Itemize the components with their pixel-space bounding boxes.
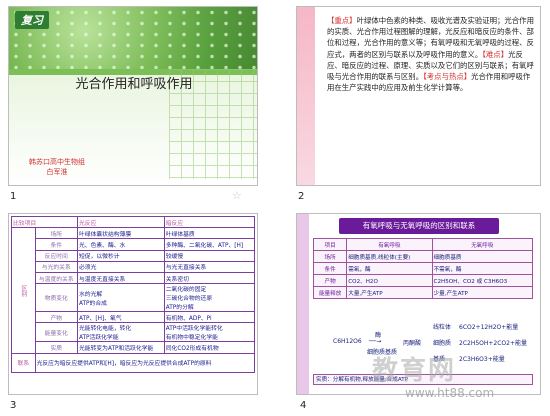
arrow-icon: ──→ — [369, 338, 382, 345]
relation-label: 联系 — [11, 352, 36, 373]
row-label: 与温度的关系 — [34, 271, 78, 285]
anaerobic-cell: 少量,产生ATP — [431, 286, 534, 299]
row-label: 能量变化 — [34, 322, 78, 343]
slide-title: 光合作用和呼吸作用 — [75, 77, 193, 92]
row-label: 场所 — [312, 250, 348, 263]
light-cell: 水的光解 ATP的合成 — [76, 283, 165, 313]
slide-number-3: 3 — [10, 400, 17, 411]
section-heading: 【重点】 — [327, 16, 357, 25]
respiration-table: 项目 有氧呼吸 无氧呼吸 场所 细胞质基质,线粒体(主要) 细胞质基质 条件 需… — [312, 238, 534, 299]
table-header-dark: 暗反应 — [163, 215, 256, 229]
site-watermark: 教育网 — [372, 356, 457, 386]
section-heading: 【难点】 — [482, 49, 509, 59]
light-cell: ATP、[H]、氧气 — [76, 311, 165, 324]
dark-cell: ATP中活跃化学能转化 有机物中稳定化学能 — [163, 322, 256, 343]
row-label: 物质变化 — [34, 283, 78, 313]
row-label: 能量释放 — [312, 286, 348, 299]
light-cell: 光、色素、酶、水 — [76, 238, 165, 251]
anaerobic-cell: 不需氧，酶 — [431, 262, 534, 275]
slide-number-4: 4 — [300, 400, 307, 411]
table-header-item: 比较项目 — [11, 215, 78, 229]
table-header-light: 光反应 — [76, 215, 165, 229]
reactant-label: C6H12O6 — [333, 338, 362, 345]
key-points-text: 【重点】叶绿体中色素的种类、吸收光谱及实验证明；光合作用的实质、光合作用过程图解… — [327, 15, 535, 93]
dark-cell: 叶绿体基质 — [163, 227, 256, 240]
comparison-table: 比较项目 光反应 暗反应 区别 场所 叶绿体囊状结构薄膜 叶绿体基质 条件 光、… — [11, 215, 256, 373]
section-heading: 【考点与热点】 — [423, 72, 472, 82]
author-block: 韩苏口高中生物组 白军淮 — [29, 157, 85, 177]
review-tag: 复习 — [15, 11, 49, 29]
lactic-product: 2C3H6O3+能量 — [459, 356, 505, 363]
cytoplasm-label: 细胞质 — [433, 340, 452, 347]
row-label: 产物 — [312, 274, 348, 287]
table-header-item: 项目 — [312, 238, 348, 251]
row-label: 反应时间 — [34, 249, 78, 262]
row-label: 条件 — [312, 262, 348, 275]
row-label: 条件 — [34, 238, 78, 251]
light-cell: 光能转化电能，转化 ATP活跃化学能 — [76, 322, 165, 343]
dark-cell: 有机物、ADP、Pi — [163, 311, 256, 324]
dark-cell: 与光无直接关系 — [163, 260, 256, 273]
relation-text: 光反应为暗反应提供ATP和[H]，暗反应为光反应提供合成ATP的原料 — [34, 352, 256, 373]
table-header-anaerobic: 无氧呼吸 — [431, 238, 534, 251]
aerobic-cell: CO2、H2O — [346, 274, 433, 287]
aerobic-cell: 大量,产生ATP — [346, 286, 433, 299]
row-label: 产物 — [34, 311, 78, 324]
slide-thumbnail-3[interactable]: 比较项目 光反应 暗反应 区别 场所 叶绿体囊状结构薄膜 叶绿体基质 条件 光、… — [8, 213, 258, 395]
animation-star-icon: ☆ — [232, 189, 242, 202]
light-cell: 与温度无直接关系 — [76, 271, 165, 285]
row-label: 场所 — [34, 227, 78, 240]
dark-cell: 二氧化碳的固定 三碳化合物的还原 ATP的分解 — [163, 283, 256, 313]
dark-cell: 同化CO2形成有机物 — [163, 341, 256, 354]
row-label: 实质 — [34, 341, 78, 354]
aerobic-cell: 细胞质基质,线粒体(主要) — [346, 250, 433, 263]
aerobic-product: 6CO2+12H2O+能量 — [459, 324, 519, 331]
light-cell: 短促，以微秒计 — [76, 249, 165, 262]
slide-thumbnail-2[interactable]: 【重点】叶绿体中色素的种类、吸收光谱及实验证明；光合作用的实质、光合作用过程图解… — [296, 6, 541, 186]
light-cell: 必须光 — [76, 260, 165, 273]
pink-side-bar — [297, 7, 315, 185]
author-line-2: 白军淮 — [46, 168, 68, 176]
slide-number-2: 2 — [298, 191, 305, 202]
difference-label: 区别 — [11, 227, 36, 354]
author-line-1: 韩苏口高中生物组 — [29, 158, 85, 166]
alcohol-product: 2C2H5OH+2CO2+能量 — [459, 340, 527, 347]
anaerobic-cell: 细胞质基质 — [431, 250, 534, 263]
light-cell: 光能转变为ATP和活跃化学能 — [76, 341, 165, 354]
slide-title: 有氧呼吸与无氧呼吸的区别和联系 — [339, 218, 499, 234]
dark-cell: 多种酶、二氧化碳、ATP、[H] — [163, 238, 256, 251]
mito-label: 线粒体 — [433, 324, 452, 331]
row-label: 与光的关系 — [34, 260, 78, 273]
light-cell: 叶绿体囊状结构薄膜 — [76, 227, 165, 240]
dark-cell: 较缓慢 — [163, 249, 256, 262]
slide-thumbnail-1[interactable]: 复习 光合作用和呼吸作用 韩苏口高中生物组 白军淮 — [8, 6, 258, 186]
site-watermark-url: www.ht88.com — [405, 386, 495, 400]
pyruvate-label: 丙酮酸 — [403, 340, 422, 347]
anaerobic-cell: C2H5OH、CO2 或 C3H6O3 — [431, 274, 534, 287]
table-header-aerobic: 有氧呼吸 — [346, 238, 433, 251]
aerobic-cell: 需氧，酶 — [346, 262, 433, 275]
pink-side-bar — [297, 214, 309, 394]
slide-number-1: 1 — [10, 191, 17, 202]
dark-cell: 关系密切 — [163, 271, 256, 285]
